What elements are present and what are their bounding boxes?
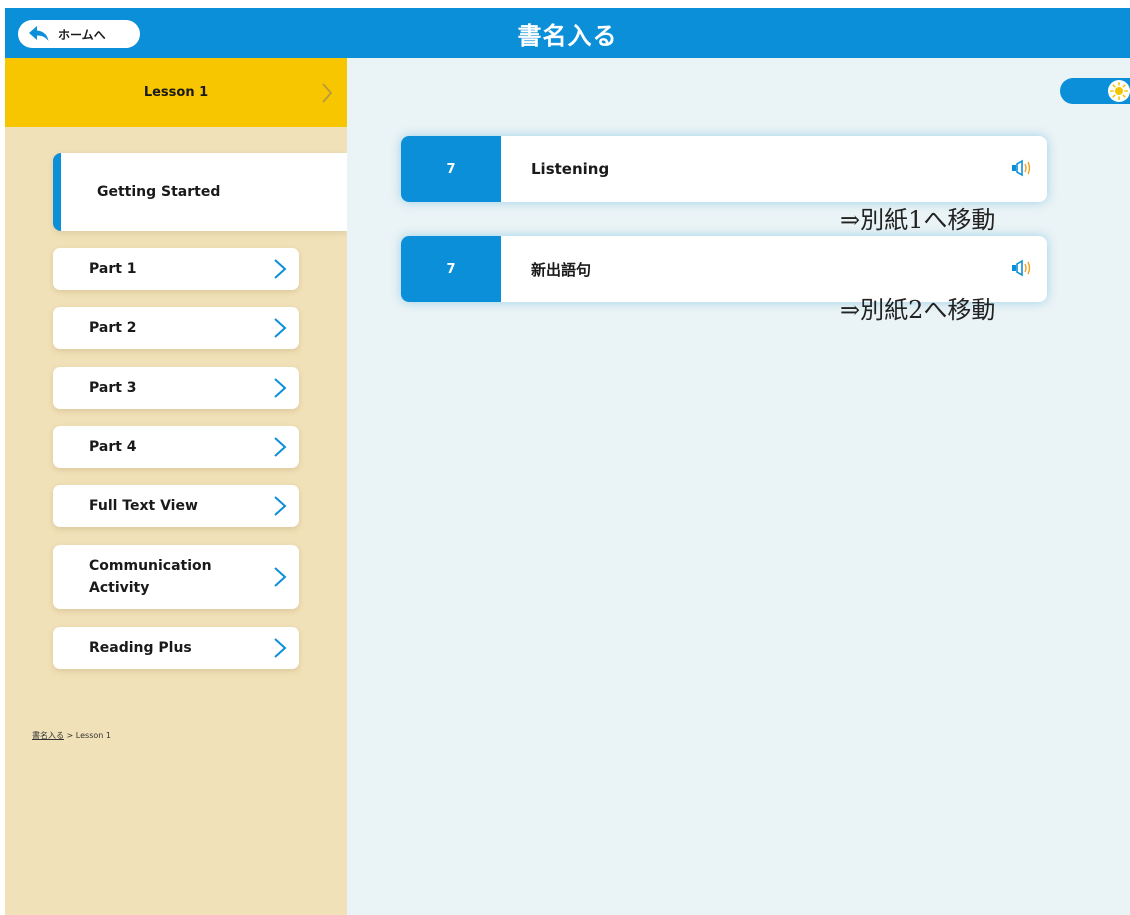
sidebar-item-reading-plus[interactable]: Reading Plus xyxy=(53,627,299,669)
home-button[interactable]: ホームへ xyxy=(18,20,140,48)
lesson-selector[interactable]: Lesson 1 xyxy=(5,58,347,127)
card-note: ⇒別紙1へ移動 xyxy=(840,206,996,234)
sidebar-item-label: Part 4 xyxy=(89,439,137,455)
chevron-right-icon xyxy=(273,495,287,517)
card-number: 7 xyxy=(401,136,501,202)
chevron-right-icon xyxy=(321,82,333,104)
speaker-icon[interactable] xyxy=(1011,258,1033,278)
home-button-label: ホームへ xyxy=(58,27,106,42)
main-content: 7 Listening ⇒別紙1へ移動 7 新出語句 ⇒別紙2へ移動 xyxy=(347,58,1130,915)
sidebar-item-part-3[interactable]: Part 3 xyxy=(53,367,299,409)
sidebar-item-label: Reading Plus xyxy=(89,640,192,656)
sidebar-item-part-1[interactable]: Part 1 xyxy=(53,248,299,290)
card-note: ⇒別紙2へ移動 xyxy=(840,296,996,324)
content-card-listening[interactable]: 7 Listening xyxy=(401,136,1047,202)
chevron-right-icon xyxy=(273,258,287,280)
card-number: 7 xyxy=(401,236,501,302)
sidebar: Lesson 1 Getting Started Part 1 Part 2 P… xyxy=(5,58,347,915)
chevron-right-icon xyxy=(273,566,287,588)
lesson-label: Lesson 1 xyxy=(143,85,209,100)
chevron-right-icon xyxy=(273,377,287,399)
card-title: Listening xyxy=(531,160,610,178)
chevron-right-icon xyxy=(273,637,287,659)
back-arrow-icon xyxy=(28,25,50,43)
breadcrumb: 書名入る > Lesson 1 xyxy=(32,730,111,741)
sidebar-item-label: Full Text View xyxy=(89,498,198,514)
sidebar-item-label: Communication Activity xyxy=(89,558,212,596)
breadcrumb-current: Lesson 1 xyxy=(75,731,111,740)
breadcrumb-link-book[interactable]: 書名入る xyxy=(32,731,64,740)
sidebar-item-communication-activity[interactable]: Communication Activity xyxy=(53,545,299,609)
chevron-right-icon xyxy=(273,317,287,339)
sidebar-item-label: Part 3 xyxy=(89,380,137,396)
theme-toggle[interactable] xyxy=(1060,78,1130,104)
sidebar-item-getting-started[interactable]: Getting Started xyxy=(53,153,347,231)
sidebar-item-label: Part 1 xyxy=(89,261,137,277)
card-title: 新出語句 xyxy=(531,260,592,279)
breadcrumb-separator: > xyxy=(64,731,76,740)
speaker-icon[interactable] xyxy=(1011,158,1033,178)
app-header: ホームへ 書名入る xyxy=(5,8,1130,58)
sidebar-item-label: Getting Started xyxy=(97,184,221,200)
sun-icon xyxy=(1108,80,1130,102)
app-title: 書名入る xyxy=(517,21,618,50)
sidebar-item-part-2[interactable]: Part 2 xyxy=(53,307,299,349)
sidebar-item-label: Part 2 xyxy=(89,320,137,336)
chevron-right-icon xyxy=(273,436,287,458)
sidebar-item-part-4[interactable]: Part 4 xyxy=(53,426,299,468)
sidebar-item-full-text-view[interactable]: Full Text View xyxy=(53,485,299,527)
